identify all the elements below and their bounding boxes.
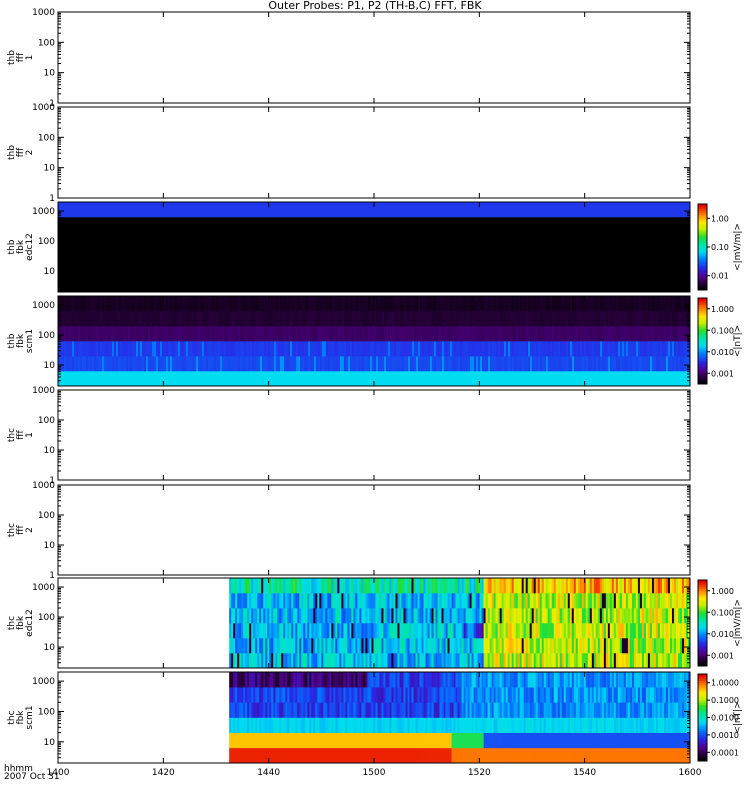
xtick-label: 1500 (363, 768, 386, 778)
panel-ylabel: 1 (25, 55, 35, 61)
xtick-label: 1520 (468, 768, 491, 778)
panel-ylabel: edc12 (25, 233, 35, 261)
ytick-label: 1000 (32, 207, 55, 217)
ytick-label: 1000 (32, 8, 55, 18)
colorbar-label: <|mV/m|> (733, 599, 743, 647)
ytick-label: 10 (44, 738, 56, 748)
ytick-label: 10 (44, 164, 56, 174)
panel-frame-6 (57, 484, 691, 576)
ytick-label: 10 (44, 643, 56, 653)
colorbar-tick-label: 0.01 (711, 272, 729, 281)
panel-ylabel: edc12 (25, 609, 35, 637)
ytick-label: 100 (38, 237, 55, 247)
ytick-label: 1000 (32, 583, 55, 593)
colorbar-label: <|nT|> (733, 325, 743, 357)
panel-ylabel: 2 (25, 527, 35, 533)
ytick-label: 1 (49, 571, 55, 581)
ytick-label: 100 (38, 707, 55, 717)
panel-frame-2 (57, 106, 691, 199)
colorbar-tick-label: 0.010 (711, 348, 734, 357)
colorbar-tick-label: 0.0001 (711, 748, 739, 757)
ytick-label: 100 (38, 331, 55, 341)
ytick-label: 10 (44, 541, 56, 551)
colorbar-tick-label: 0.010 (711, 630, 734, 639)
panel-ylabel: scm1 (25, 329, 35, 353)
colorbar-label: <|mV/m|> (733, 223, 743, 271)
colorbar-tick-label: 1.00 (711, 214, 729, 223)
colorbar-tick-label: 1.000 (711, 305, 734, 314)
panel-frame-5 (57, 389, 691, 481)
colorbar-tick-label: 0.001 (711, 651, 734, 660)
ytick-label: 1000 (32, 481, 55, 491)
ytick-label: 100 (38, 416, 55, 426)
ytick-label: 100 (38, 511, 55, 521)
panel-ylabel: scm1 (25, 705, 35, 729)
colorbar-tick-label: 0.100 (711, 608, 734, 617)
ytick-label: 10 (44, 267, 56, 277)
spectrogram-thc_scm1 (229, 672, 691, 764)
spectrogram-thb_scm1 (58, 296, 691, 387)
plot-area: 1101001000thb fff 11101001000thb fff 2101001… (7, 8, 743, 778)
ytick-label: 100 (38, 613, 55, 623)
colorbar-tick-label: 1.000 (711, 587, 734, 596)
ytick-label: 1000 (32, 103, 55, 113)
xtick-label: 1440 (257, 768, 280, 778)
colorbar-tick-label: 0.100 (711, 326, 734, 335)
xtick-label: 1600 (679, 768, 702, 778)
colorbar-tick-label: 0.10 (711, 243, 729, 252)
ytick-label: 1000 (32, 301, 55, 311)
colorbar-tick-label: 1.0000 (711, 679, 739, 688)
panel-ylabel: 1 (25, 432, 35, 438)
colorbar-label: <|nT|> (733, 701, 743, 733)
ytick-label: 1000 (32, 386, 55, 396)
xtick-label: 1540 (573, 768, 596, 778)
panel-ylabel: 2 (25, 150, 35, 156)
colorbar-tick-label: 0.001 (711, 369, 734, 378)
date-label: 2007 Oct 31 (4, 772, 60, 782)
xtick-label: 1420 (152, 768, 175, 778)
spectrogram-thb_edc12 (58, 202, 691, 293)
ytick-label: 100 (38, 133, 55, 143)
ytick-label: 1000 (32, 677, 55, 687)
ytick-label: 10 (44, 446, 56, 456)
ytick-label: 100 (38, 38, 55, 48)
ytick-label: 10 (44, 69, 56, 79)
spectrogram-thc_edc12 (229, 578, 691, 669)
panel-frame-1 (57, 11, 691, 104)
ytick-label: 1 (49, 194, 55, 204)
ytick-label: 10 (44, 361, 56, 371)
